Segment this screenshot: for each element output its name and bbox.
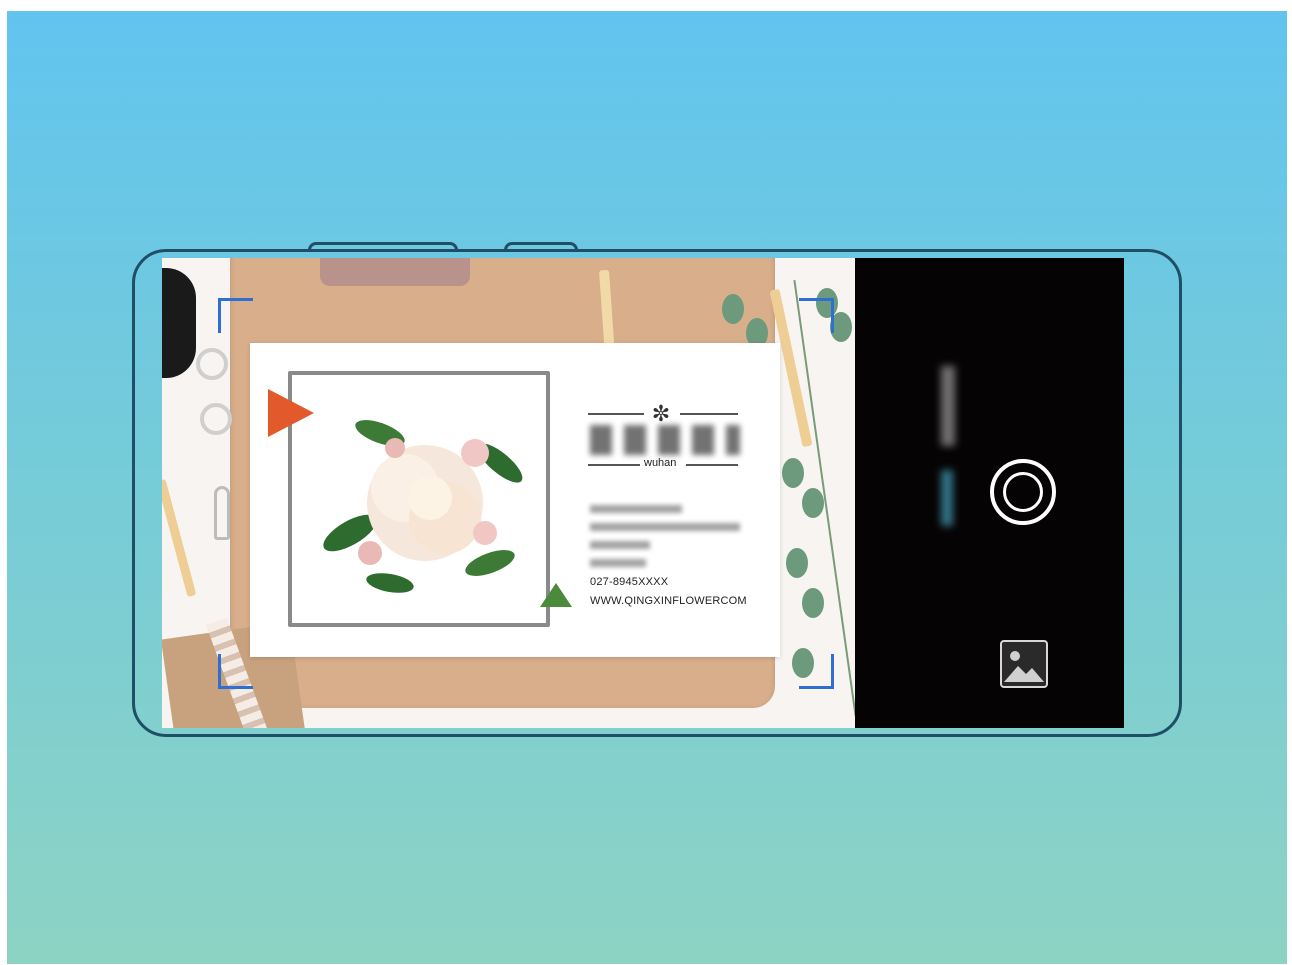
scan-bracket-bottom-right [799,654,834,689]
gallery-icon [1004,651,1044,682]
shutter-button[interactable] [990,459,1056,525]
divider [588,413,644,415]
card-city: wuhan [644,457,677,469]
camera-controls-panel [855,258,1124,728]
ring [200,403,232,435]
blurred-shop-name [590,425,740,455]
pencil [162,478,197,598]
chalkboard-tag: t. [162,268,196,378]
divider [686,464,738,466]
leaf [786,548,808,578]
camera-screen: t. [162,258,1124,728]
gallery-button[interactable] [1000,640,1048,688]
divider [588,464,640,466]
business-card: ✼ wuhan 027-8945XXXX WWW.QINGXINFLOWERCO… [250,343,780,657]
blurred-text [590,523,740,531]
camera-mode-option-active[interactable] [941,470,953,526]
flower-logo-icon: ✼ [651,401,671,426]
scan-bracket-bottom-left [218,654,253,689]
blurred-text [590,559,646,567]
camera-viewfinder: t. [162,258,855,728]
key [214,486,230,540]
ring [196,348,228,380]
card-website: WWW.QINGXINFLOWERCOM [590,595,747,607]
leaf [782,458,804,488]
divider [680,413,738,415]
blurred-text [590,541,650,549]
green-triangle [540,583,572,607]
leaf [802,588,824,618]
leaf [722,294,744,324]
peony-flower-image [323,420,523,593]
blurred-text [590,505,682,513]
leaf [802,488,824,518]
card-phone: 027-8945XXXX [590,576,669,588]
camera-mode-option[interactable] [941,366,955,446]
scan-bracket-top-right [799,298,834,333]
clipboard-clip [320,258,470,286]
orange-triangle [268,389,314,437]
scan-bracket-top-left [218,298,253,333]
shutter-icon [1003,472,1043,512]
